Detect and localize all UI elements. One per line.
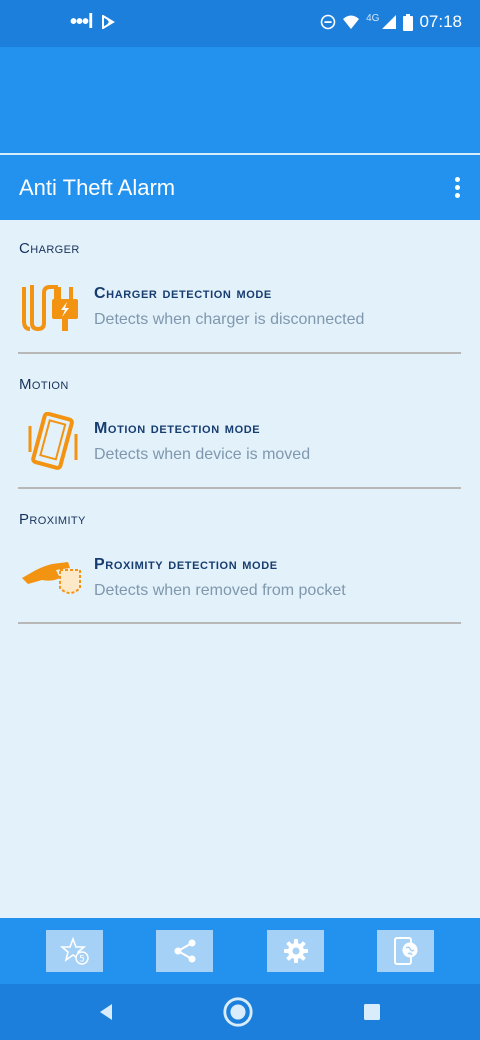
cell-signal-icon — [382, 15, 397, 29]
wifi-icon — [343, 15, 360, 29]
do-not-disturb-icon — [320, 14, 336, 30]
divider — [18, 487, 461, 489]
bottom-action-bar: 5 — [0, 918, 480, 984]
hand-pocket-icon — [22, 562, 81, 594]
motion-detection-subtitle: Detects when device is moved — [94, 446, 311, 463]
charger-detection-row[interactable]: Charger detection mode Detects when char… — [0, 277, 480, 357]
overflow-menu-icon[interactable] — [452, 177, 462, 199]
status-bar: •••l 4G 07:18 — [0, 0, 480, 47]
notification-dots-icon: •••l — [70, 11, 94, 33]
back-triangle-icon — [100, 1004, 112, 1020]
app-title: Anti Theft Alarm — [19, 175, 176, 200]
home-circle-icon — [223, 997, 253, 1027]
settings-button[interactable] — [267, 930, 324, 972]
share-button[interactable] — [156, 930, 213, 972]
notification-app-icon — [101, 15, 115, 29]
charger-plug-icon — [22, 285, 78, 332]
more-apps-icon — [393, 937, 417, 965]
share-icon — [174, 939, 195, 963]
nav-back-button[interactable] — [90, 996, 122, 1028]
charger-detection-title: Charger detection mode — [94, 285, 272, 302]
proximity-detection-subtitle: Detects when removed from pocket — [94, 582, 346, 599]
system-nav-bar — [0, 984, 480, 1040]
section-header-charger: Charger — [19, 240, 80, 257]
header-band — [0, 47, 480, 153]
proximity-detection-title: Proximity detection mode — [94, 556, 278, 573]
divider — [18, 352, 461, 354]
proximity-detection-row[interactable]: Proximity detection mode Detects when re… — [0, 548, 480, 628]
motion-detection-title: Motion detection mode — [94, 420, 261, 437]
charger-detection-subtitle: Detects when charger is disconnected — [94, 311, 365, 328]
battery-icon — [403, 13, 414, 31]
section-header-proximity: Proximity — [19, 511, 86, 528]
network-type-label: 4G — [366, 12, 380, 24]
phone-vibrate-icon — [28, 412, 78, 470]
nav-home-button[interactable] — [222, 996, 254, 1028]
settings-gear-icon — [283, 939, 308, 963]
divider — [18, 622, 461, 624]
section-header-motion: Motion — [19, 376, 69, 393]
recents-square-icon — [364, 1004, 380, 1020]
rate-star-icon: 5 — [59, 936, 89, 965]
nav-recents-button[interactable] — [356, 996, 388, 1028]
clock: 07:18 — [419, 12, 462, 31]
svg-text:5: 5 — [79, 955, 85, 965]
motion-detection-row[interactable]: Motion detection mode Detects when devic… — [0, 412, 480, 492]
rate-button[interactable]: 5 — [46, 930, 103, 972]
app-toolbar: Anti Theft Alarm — [0, 155, 480, 220]
more-apps-button[interactable] — [377, 930, 434, 972]
